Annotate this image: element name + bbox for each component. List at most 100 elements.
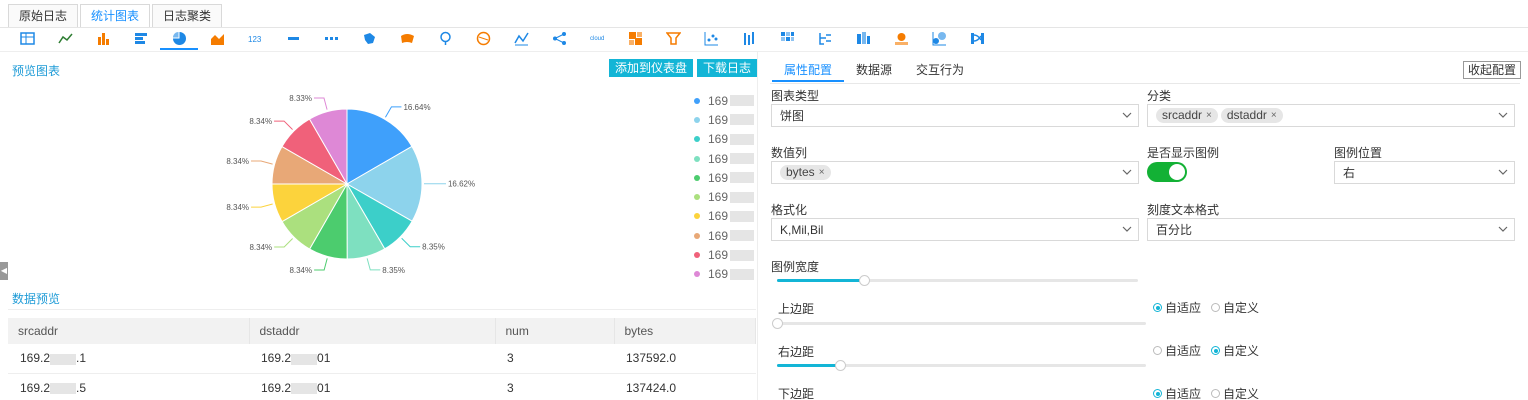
sunburst-icon[interactable] (844, 28, 882, 50)
map-china-icon[interactable] (350, 28, 388, 50)
legend-item[interactable]: 169 (694, 91, 754, 110)
multi-value-icon[interactable] (312, 28, 350, 50)
legend-position-value: 右 (1343, 166, 1356, 180)
legend-item[interactable]: 169 (694, 149, 754, 168)
legend-item[interactable]: 169 (694, 265, 754, 284)
legend-item[interactable]: 169 (694, 207, 754, 226)
radio-auto[interactable]: 自适应 (1153, 385, 1201, 400)
legend-mask (730, 268, 754, 280)
number-chart-icon[interactable]: 123 (236, 28, 274, 50)
treemap-icon[interactable] (616, 28, 654, 50)
tab-data-source[interactable]: 数据源 (844, 58, 904, 82)
col-header-num[interactable]: num (495, 318, 615, 344)
data-preview-title: 数据预览 (12, 292, 61, 306)
chevron-down-icon (1122, 169, 1132, 175)
chart-legend: 169 169 169 169 169 169 169 169 169 169 (694, 91, 754, 284)
chart-type-select[interactable]: 饼图 (771, 104, 1139, 127)
legend-item[interactable]: 169 (694, 187, 754, 206)
scatter-chart-icon[interactable] (692, 28, 730, 50)
map-world-icon[interactable] (388, 28, 426, 50)
legend-item[interactable]: 169 (694, 226, 754, 245)
radar-chart-icon[interactable] (502, 28, 540, 50)
tab-log-cluster[interactable]: 日志聚类 (152, 4, 223, 28)
pie-label-line (385, 106, 402, 118)
col-header-dstaddr[interactable]: dstaddr (249, 318, 496, 344)
slider-handle[interactable] (858, 275, 870, 286)
slider-handle[interactable] (834, 360, 846, 371)
funnel-chart-icon[interactable] (654, 28, 692, 50)
line-chart-icon[interactable] (46, 28, 84, 50)
bar-chart-icon[interactable] (84, 28, 122, 50)
heatmap-icon[interactable] (768, 28, 806, 50)
left-collapse-handle[interactable]: ◀ (0, 262, 8, 280)
bar-chart-icon-glyph (97, 32, 109, 45)
tab-attribute-config[interactable]: 属性配置 (772, 58, 845, 82)
area-chart-icon[interactable] (198, 28, 236, 50)
radio-auto[interactable]: 自适应 (1153, 342, 1201, 359)
slider-handle[interactable] (772, 318, 783, 329)
legend-mask (730, 95, 754, 107)
pie-chart-icon[interactable] (160, 28, 198, 50)
tab-stat-chart[interactable]: 统计图表 (80, 4, 151, 28)
category-select[interactable]: srcaddr × dstaddr × (1147, 104, 1515, 127)
remove-tag-icon[interactable]: × (1206, 108, 1212, 123)
legend-mask (730, 172, 754, 184)
map-globe-icon[interactable] (464, 28, 502, 50)
bubble-icon[interactable] (920, 28, 958, 50)
format-select[interactable]: K,Mil,Bil (771, 218, 1139, 241)
download-log-button[interactable]: 下载日志 (697, 59, 758, 77)
radio-custom[interactable]: 自定义 (1211, 299, 1259, 316)
tree-icon-glyph (818, 32, 831, 45)
radio-auto[interactable]: 自适应 (1153, 299, 1201, 316)
legend-position-select[interactable]: 右 (1334, 161, 1515, 184)
value-column-select[interactable]: bytes × (771, 161, 1139, 184)
sankey-icon[interactable] (958, 28, 996, 50)
pie-label-line (313, 97, 328, 110)
remove-tag-icon[interactable]: × (1271, 108, 1277, 123)
legend-swatch (694, 232, 700, 239)
data-preview-divider (8, 309, 756, 310)
legend-mask (730, 230, 754, 242)
legend-label: 169 (708, 190, 729, 205)
legend-mask (730, 191, 754, 203)
radio-custom[interactable]: 自定义 (1211, 385, 1259, 400)
legend-item[interactable]: 169 (694, 245, 754, 264)
legend-swatch (694, 155, 700, 162)
tab-interaction[interactable]: 交互行为 (904, 58, 976, 82)
single-value-icon[interactable] (274, 28, 312, 50)
line-chart-icon-glyph (57, 33, 73, 43)
chevron-down-icon (1498, 226, 1508, 232)
legend-mask (730, 114, 754, 126)
tick-format-select[interactable]: 百分比 (1147, 218, 1515, 241)
candlestick-icon[interactable] (730, 28, 768, 50)
tree-icon[interactable] (806, 28, 844, 50)
slider-fill (777, 279, 864, 282)
legend-item[interactable]: 169 (694, 110, 754, 129)
legend-width-label: 图例宽度 (771, 260, 820, 274)
horizontal-bar-icon[interactable] (122, 28, 160, 50)
right-margin-slider[interactable] (777, 360, 1146, 371)
gauge-icon[interactable] (882, 28, 920, 50)
legend-width-slider[interactable] (777, 275, 1138, 286)
tab-raw-log[interactable]: 原始日志 (8, 4, 79, 28)
add-to-dashboard-button[interactable]: 添加到仪表盘 (609, 59, 694, 77)
col-header-bytes[interactable]: bytes (614, 318, 756, 344)
top-margin-slider[interactable] (772, 318, 1146, 329)
table-row: 169.2.5 169.2 01 3 137424.0 (8, 373, 756, 400)
value-tag: bytes × (780, 165, 831, 180)
radio-custom[interactable]: 自定义 (1211, 342, 1259, 359)
collapse-config-button[interactable]: 收起配置 (1463, 61, 1522, 79)
legend-label: 169 (708, 93, 729, 108)
flow-chart-icon[interactable] (540, 28, 578, 50)
radio-dot (1153, 303, 1162, 312)
legend-item[interactable]: 169 (694, 168, 754, 187)
view-tabs: 原始日志 统计图表 日志聚类 (8, 4, 223, 28)
remove-tag-icon[interactable]: × (819, 165, 825, 180)
col-header-srcaddr[interactable]: srcaddr (8, 318, 250, 344)
show-legend-toggle[interactable] (1147, 162, 1187, 182)
map-pin-icon[interactable] (426, 28, 464, 50)
legend-item[interactable]: 169 (694, 130, 754, 149)
word-cloud-icon[interactable]: cloud (578, 28, 616, 50)
table-chart-icon[interactable] (8, 28, 46, 50)
pie-label-line (366, 258, 381, 271)
